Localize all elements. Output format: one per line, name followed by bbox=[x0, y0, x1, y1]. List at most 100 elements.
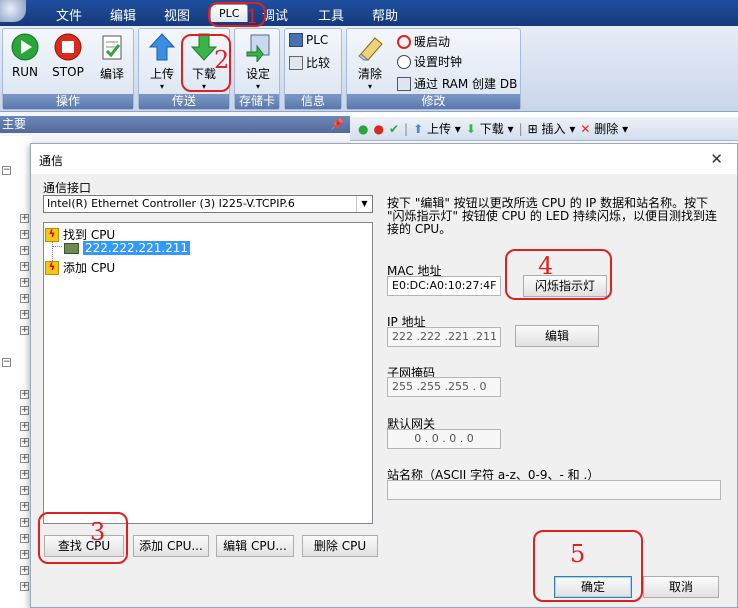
lightning-icon: ϟ bbox=[45, 260, 59, 275]
tree-node-add-cpu[interactable]: ϟ 添加 CPU bbox=[45, 259, 115, 276]
compile-icon[interactable]: ✔ bbox=[389, 122, 399, 136]
plc-icon bbox=[289, 33, 303, 47]
insert-icon: ⊞ bbox=[527, 122, 538, 136]
setup-button[interactable]: 设定 ▾ bbox=[241, 32, 275, 91]
run-icon[interactable]: ● bbox=[358, 122, 368, 136]
tree-expand-icon[interactable]: + bbox=[20, 454, 29, 463]
tree-expand-icon[interactable]: + bbox=[20, 294, 29, 303]
set-clock-button[interactable]: 设置时钟 bbox=[397, 53, 462, 70]
menu-view[interactable]: 视图 bbox=[164, 5, 190, 24]
edit-cpu-button[interactable]: 编辑 CPU... bbox=[216, 535, 294, 557]
eraser-icon bbox=[358, 37, 383, 61]
close-icon[interactable]: ✕ bbox=[710, 150, 723, 168]
interface-select[interactable]: Intel(R) Ethernet Controller (3) I225-V.… bbox=[43, 195, 373, 213]
app-menu-icon[interactable] bbox=[0, 0, 26, 22]
menu-edit[interactable]: 编辑 bbox=[110, 5, 136, 24]
delete-cpu-button[interactable]: 删除 CPU bbox=[302, 535, 378, 557]
ribbon-group-label: 操作 bbox=[3, 94, 133, 109]
ribbon-group-label: 修改 bbox=[347, 94, 520, 109]
tree-expand-icon[interactable]: + bbox=[20, 502, 29, 511]
tree-expand-icon[interactable]: + bbox=[20, 518, 29, 527]
tree-expand-icon[interactable]: + bbox=[20, 278, 29, 287]
tree-expand-icon[interactable]: + bbox=[20, 582, 29, 591]
ram-db-icon bbox=[397, 76, 411, 91]
clock-icon bbox=[397, 54, 411, 69]
toolbar-delete-button[interactable]: ✕ 删除 ▾ bbox=[580, 120, 628, 137]
edit-button[interactable]: 编辑 bbox=[515, 325, 599, 347]
dialog-description: 按下 "编辑" 按钮以更改所选 CPU 的 IP 数据和站名称。按下 "闪烁指示… bbox=[387, 196, 718, 236]
tree-expand-icon[interactable]: + bbox=[20, 566, 29, 575]
upload-button[interactable]: 上传 ▾ bbox=[145, 32, 179, 91]
compare-button[interactable]: 比较 bbox=[289, 54, 330, 71]
annotation-box bbox=[533, 530, 643, 602]
ribbon: RUN STOP 编译 操作 上传 ▾ 下载 ▾ 传送 设定 ▾ 存储卡 PLC… bbox=[0, 26, 738, 112]
station-name-field[interactable] bbox=[387, 480, 721, 500]
tree-expand-icon[interactable]: + bbox=[20, 246, 29, 255]
compile-icon bbox=[102, 35, 122, 60]
gateway-field: 0 . 0 . 0 . 0 bbox=[387, 429, 501, 449]
create-db-from-ram-button[interactable]: 通过 RAM 创建 DB bbox=[397, 75, 517, 92]
compile-button[interactable]: 编译 bbox=[95, 32, 129, 82]
tree-expand-icon[interactable]: + bbox=[20, 310, 29, 319]
menu-tools[interactable]: 工具 bbox=[318, 5, 344, 24]
ribbon-group-label: 传送 bbox=[139, 94, 229, 109]
compare-icon bbox=[289, 55, 303, 70]
stop-button[interactable]: STOP bbox=[51, 32, 85, 79]
clear-button[interactable]: 清除 ▾ bbox=[353, 32, 387, 91]
interface-label: 通信接口 bbox=[43, 181, 92, 195]
toolbar-download-button[interactable]: ⬇ 下载 ▾ bbox=[466, 120, 514, 137]
ip-field: 222 .222 .221 .211 bbox=[387, 327, 501, 347]
lightning-icon: ϟ bbox=[45, 227, 59, 242]
pin-icon[interactable]: 📌 bbox=[330, 116, 344, 133]
tree-expand-icon[interactable]: + bbox=[20, 438, 29, 447]
plc-info-button[interactable]: PLC bbox=[289, 33, 328, 47]
annotation-number: 3 bbox=[90, 518, 106, 546]
run-button[interactable]: RUN bbox=[9, 32, 41, 79]
ribbon-group-label: 信息 bbox=[285, 94, 341, 109]
annotation-number: 1 bbox=[246, 4, 259, 28]
tree-expand-icon[interactable]: + bbox=[20, 550, 29, 559]
tree-expand-icon[interactable]: + bbox=[20, 534, 29, 543]
ribbon-group-operation: RUN STOP 编译 操作 bbox=[2, 28, 134, 110]
menu-bar: 文件 编辑 视图 PLC 调试 工具 帮助 bbox=[0, 0, 738, 26]
chevron-down-icon[interactable]: ▼ bbox=[356, 196, 372, 212]
ribbon-group-label: 存储卡 bbox=[235, 94, 279, 109]
tree-expand-icon[interactable]: − bbox=[2, 358, 11, 367]
mac-field: E0:DC:A0:10:27:4F bbox=[387, 276, 501, 296]
tree-expand-icon[interactable]: + bbox=[20, 470, 29, 479]
tree-expand-icon[interactable]: + bbox=[20, 230, 29, 239]
dropdown-icon: ▾ bbox=[255, 82, 260, 91]
left-panel-header: 主要 📌 bbox=[0, 116, 350, 133]
tree-expand-icon[interactable]: − bbox=[2, 166, 11, 175]
menu-help[interactable]: 帮助 bbox=[372, 5, 398, 24]
toolbar-upload-button[interactable]: ⬆ 上传 ▾ bbox=[413, 120, 461, 137]
stop-icon bbox=[54, 33, 82, 61]
tree-expand-icon[interactable]: + bbox=[20, 326, 29, 335]
run-icon bbox=[11, 33, 39, 61]
menu-file[interactable]: 文件 bbox=[56, 5, 82, 24]
toolbar-insert-button[interactable]: ⊞ 插入 ▾ bbox=[528, 120, 576, 137]
tree-node-cpu[interactable]: 222.222.221.211 bbox=[64, 241, 191, 255]
tree-expand-icon[interactable]: + bbox=[20, 214, 29, 223]
cpu-tree: ϟ 找到 CPU 222.222.221.211 ϟ 添加 CPU bbox=[43, 222, 373, 524]
dropdown-icon: ▾ bbox=[367, 82, 372, 91]
cancel-button[interactable]: 取消 bbox=[643, 576, 719, 598]
project-tree: − + + + + + + + + − + + + + + + + + + + … bbox=[0, 136, 32, 608]
annotation-number: 4 bbox=[538, 252, 554, 280]
annotation-number: 5 bbox=[570, 540, 586, 568]
ribbon-group-modify: 清除 ▾ 暖启动 设置时钟 通过 RAM 创建 DB 修改 bbox=[346, 28, 521, 110]
add-cpu-button[interactable]: 添加 CPU... bbox=[133, 535, 209, 557]
upload-arrow-icon: ⬆ bbox=[413, 122, 424, 136]
tree-expand-icon[interactable]: + bbox=[20, 486, 29, 495]
tree-expand-icon[interactable]: + bbox=[20, 422, 29, 431]
tree-expand-icon[interactable]: + bbox=[20, 390, 29, 399]
upload-arrow-icon bbox=[148, 33, 176, 61]
tree-expand-icon[interactable]: + bbox=[20, 406, 29, 415]
delete-icon: ✕ bbox=[580, 122, 591, 136]
ribbon-group-memory-card: 设定 ▾ 存储卡 bbox=[234, 28, 280, 110]
warm-start-button[interactable]: 暖启动 bbox=[397, 33, 450, 50]
stop-icon[interactable]: ● bbox=[373, 122, 383, 136]
tree-expand-icon[interactable]: + bbox=[20, 262, 29, 271]
annotation-number: 2 bbox=[214, 46, 230, 74]
annotation-box bbox=[38, 512, 128, 564]
